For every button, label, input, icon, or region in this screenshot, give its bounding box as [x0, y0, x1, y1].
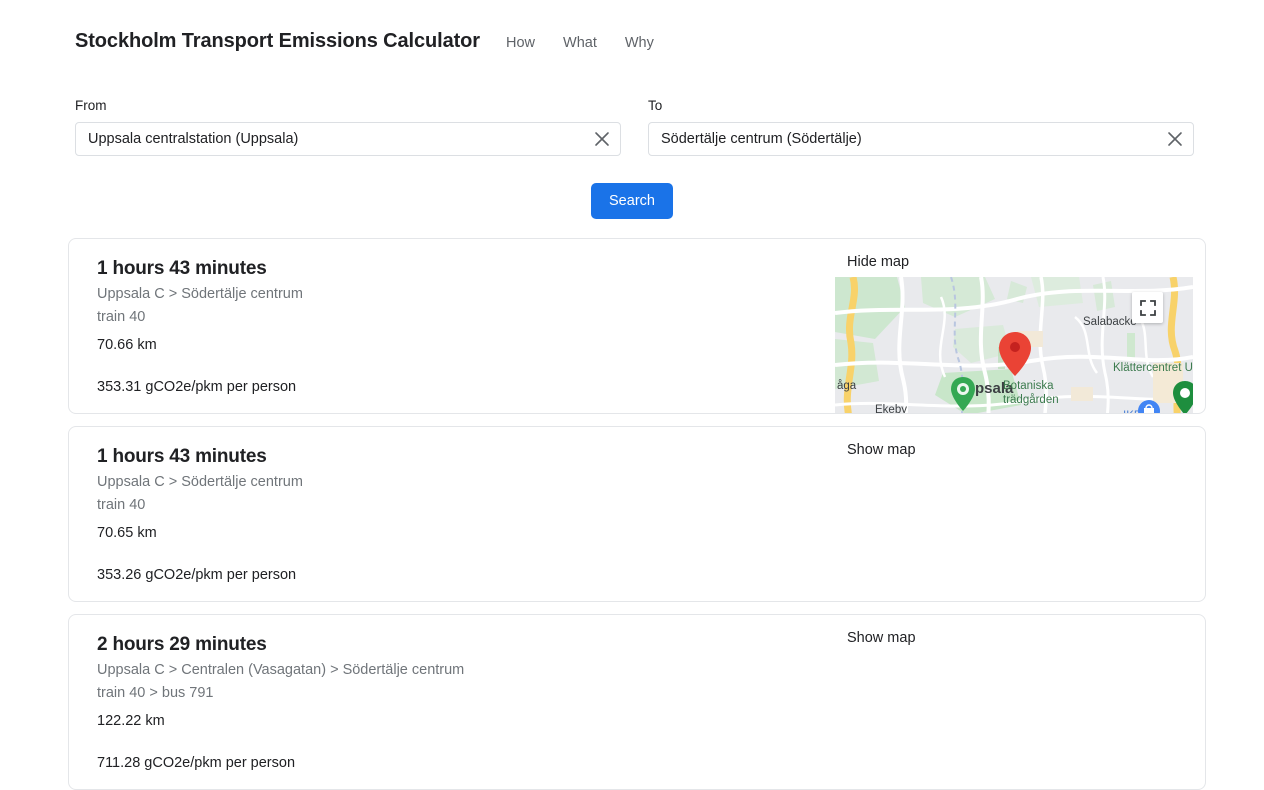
close-icon [595, 132, 609, 146]
map-container[interactable]: Salabacke Klättercentret Upps Uppsala Bo… [835, 277, 1193, 414]
result-distance: 70.66 km [97, 337, 157, 353]
fullscreen-icon [1139, 299, 1156, 316]
search-button[interactable]: Search [591, 183, 673, 219]
result-duration: 1 hours 43 minutes [97, 446, 267, 467]
result-emissions: 353.31 gCO2e/pkm per person [97, 379, 297, 395]
to-input[interactable] [648, 122, 1194, 156]
to-clear-button[interactable] [1164, 128, 1186, 150]
nav-link-how[interactable]: How [506, 35, 535, 51]
result-route: Uppsala C > Södertälje centrum [97, 286, 303, 302]
main-nav: How What Why [506, 35, 654, 51]
map-toggle-button[interactable]: Show map [847, 442, 916, 458]
result-modes: train 40 [97, 497, 146, 513]
result-modes: train 40 [97, 309, 146, 325]
app-header: Stockholm Transport Emissions Calculator… [75, 30, 654, 53]
result-route: Uppsala C > Centralen (Vasagatan) > Söde… [97, 662, 465, 678]
to-input-wrap [648, 122, 1194, 156]
result-card: 2 hours 29 minutes Uppsala C > Centralen… [68, 614, 1206, 790]
result-emissions: 711.28 gCO2e/pkm per person [97, 755, 296, 771]
result-duration: 1 hours 43 minutes [97, 258, 267, 279]
map-label-botaniska: Botaniska [1003, 380, 1054, 392]
nav-link-why[interactable]: Why [625, 35, 654, 51]
result-details: 2 hours 29 minutes Uppsala C > Centralen… [69, 615, 835, 789]
result-details: 1 hours 43 minutes Uppsala C > Södertälj… [69, 427, 835, 601]
map-label-ekeby: Ekeby [875, 404, 907, 414]
page-root: Stockholm Transport Emissions Calculator… [0, 0, 1264, 790]
from-input[interactable] [75, 122, 621, 156]
search-button-row: Search [0, 183, 1264, 219]
result-card: 1 hours 43 minutes Uppsala C > Södertälj… [68, 426, 1206, 602]
result-route: Uppsala C > Södertälje centrum [97, 474, 303, 490]
result-modes: train 40 > bus 791 [97, 685, 214, 701]
search-form: From To [75, 98, 1197, 156]
to-label: To [648, 98, 663, 113]
close-icon [1168, 132, 1182, 146]
from-field-group: From [75, 98, 621, 156]
result-distance: 122.22 km [97, 713, 165, 729]
map-toggle-button[interactable]: Show map [847, 630, 916, 646]
results-list: 1 hours 43 minutes Uppsala C > Södertälj… [68, 238, 1206, 790]
to-field-group: To [648, 98, 1194, 156]
result-map-area: Show map [835, 427, 1205, 601]
map-fullscreen-button[interactable] [1132, 292, 1163, 323]
result-map-area: Hide map Salabacke Klättercentret U Upps… [835, 239, 1205, 413]
from-input-wrap [75, 122, 621, 156]
result-distance: 70.65 km [97, 525, 157, 541]
result-duration: 2 hours 29 minutes [97, 634, 267, 655]
result-details: 1 hours 43 minutes Uppsala C > Södertälj… [69, 239, 835, 413]
from-clear-button[interactable] [591, 128, 613, 150]
result-card: 1 hours 43 minutes Uppsala C > Södertälj… [68, 238, 1206, 414]
map-label-salabacke: Salabacke [1083, 316, 1137, 328]
result-map-area: Show map [835, 615, 1205, 789]
page-title: Stockholm Transport Emissions Calculator [75, 30, 480, 52]
from-label: From [75, 98, 107, 113]
map-label-klattercentret: Klättercentret Upps [1113, 362, 1193, 374]
map-label-botaniska-2: trädgården [1003, 394, 1059, 406]
map-toggle-button[interactable]: Hide map [847, 254, 909, 270]
nav-link-what[interactable]: What [563, 35, 597, 51]
map-label-aga: åga [837, 380, 857, 392]
result-emissions: 353.26 gCO2e/pkm per person [97, 567, 297, 583]
